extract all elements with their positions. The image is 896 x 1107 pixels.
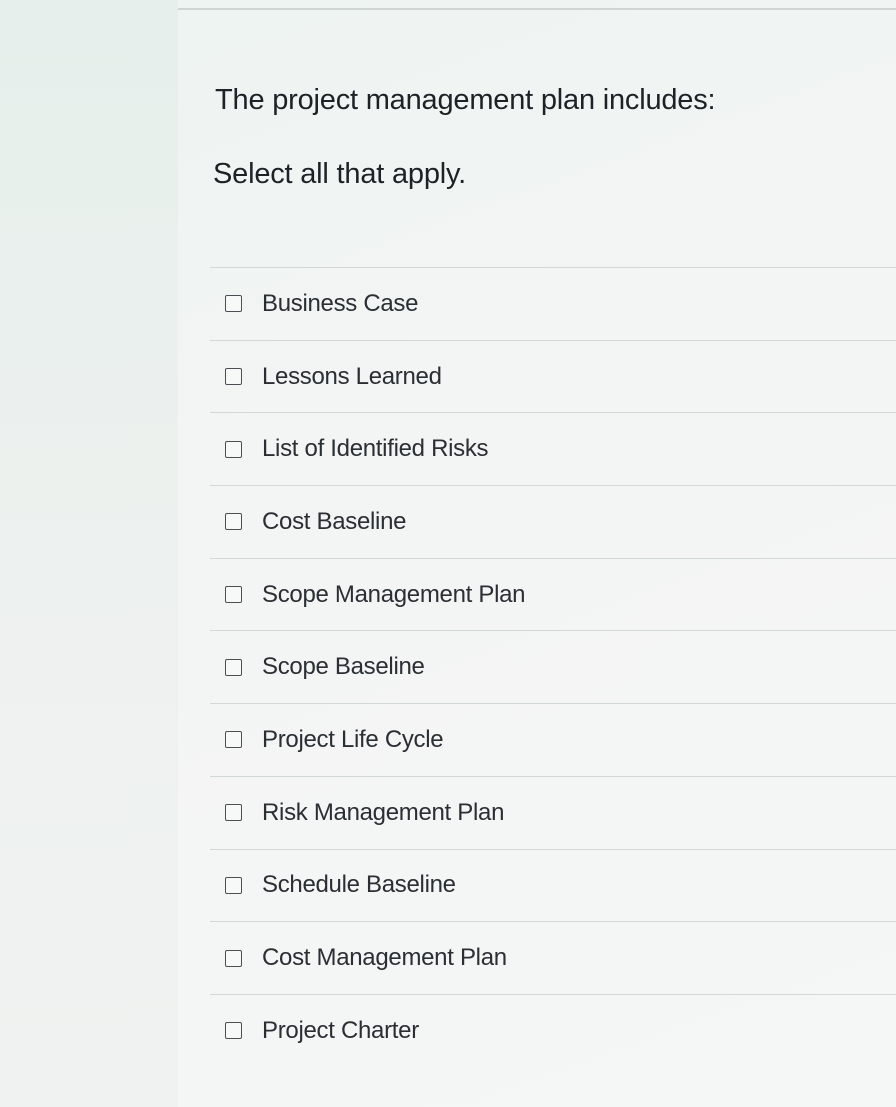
option-project-charter[interactable]: Project Charter [210,993,896,1067]
option-label: Cost Baseline [262,507,407,535]
option-label: Project Life Cycle [262,725,444,753]
checkbox[interactable] [225,804,242,822]
checkbox[interactable] [225,1022,242,1040]
checkbox[interactable] [225,440,242,458]
option-scope-management-plan[interactable]: Scope Management Plan [210,557,896,631]
quiz-page: The project management plan includes: Se… [0,0,896,1107]
checkbox[interactable] [225,513,242,531]
question-prompt: The project management plan includes: [215,84,716,116]
checkbox[interactable] [225,658,242,676]
option-label: Business Case [262,289,419,317]
checkbox[interactable] [225,295,242,313]
checkbox[interactable] [225,586,242,604]
checkbox[interactable] [225,949,242,967]
option-label: Risk Management Plan [262,798,505,826]
question-instruction: Select all that apply. [213,158,466,190]
option-cost-baseline[interactable]: Cost Baseline [210,485,896,558]
option-schedule-baseline[interactable]: Schedule Baseline [210,848,896,922]
option-label: List of Identified Risks [262,435,489,463]
option-scope-baseline[interactable]: Scope Baseline [210,630,896,703]
option-lessons-learned[interactable]: Lessons Learned [210,339,896,413]
option-list-of-identified-risks[interactable]: List of Identified Risks [210,412,896,485]
checkbox[interactable] [225,731,242,749]
option-business-case[interactable]: Business Case [210,267,896,340]
checkbox[interactable] [225,876,242,894]
answer-options-list: Business Case Lessons Learned List of Id… [210,267,896,1067]
side-panel [0,0,180,1107]
option-label: Scope Baseline [262,653,425,681]
option-project-life-cycle[interactable]: Project Life Cycle [210,703,896,776]
option-label: Scope Management Plan [262,580,526,608]
option-label: Cost Management Plan [262,944,507,972]
option-cost-management-plan[interactable]: Cost Management Plan [210,921,896,994]
checkbox[interactable] [225,368,242,386]
option-label: Project Charter [262,1016,419,1044]
option-label: Schedule Baseline [262,871,456,899]
option-label: Lessons Learned [262,362,442,390]
card-top-divider [178,8,896,10]
option-risk-management-plan[interactable]: Risk Management Plan [210,775,896,849]
